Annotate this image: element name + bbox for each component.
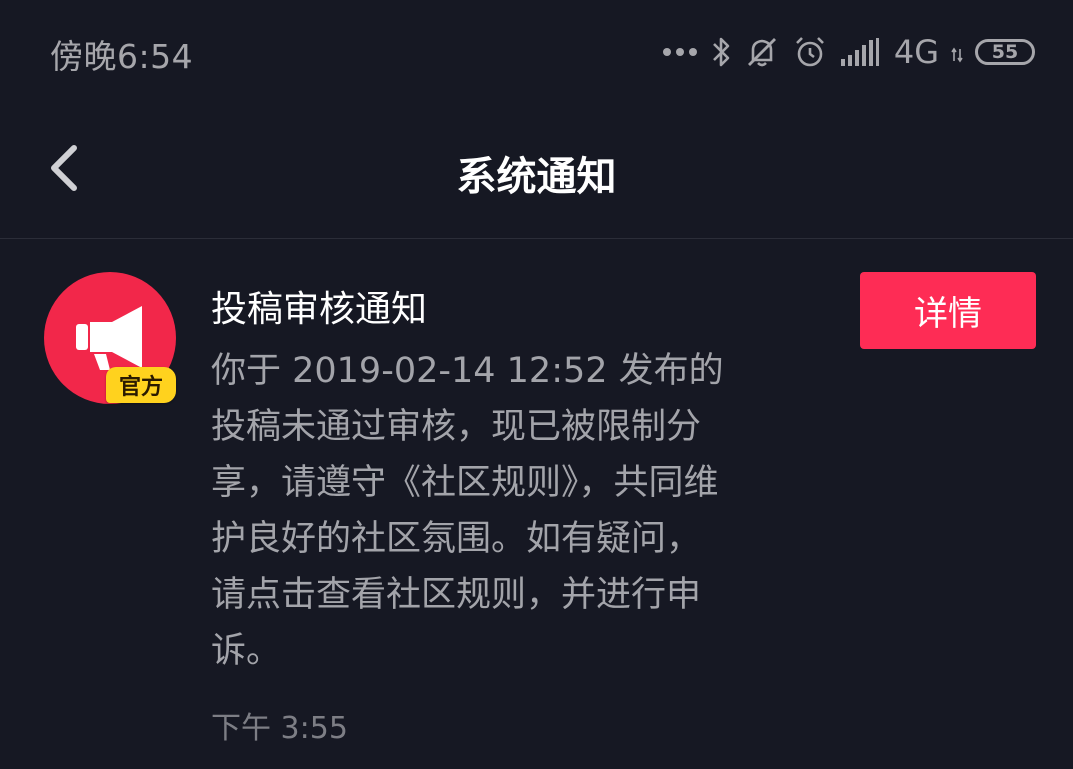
notification-body: 你于 2019-02-14 12:52 发布的 投稿未通过审核，现已被限制分 享… xyxy=(211,343,801,679)
notification-body-line: 享，请遵守《社区规则》，共同维 xyxy=(211,463,719,503)
notification-title: 投稿审核通知 xyxy=(211,289,428,330)
battery-level: 55 xyxy=(991,41,1019,63)
official-badge: 官方 xyxy=(106,367,176,403)
mute-icon xyxy=(744,34,780,70)
page-title: 系统通知 xyxy=(456,154,617,200)
notification-body-line: 投稿未通过审核，现已被限制分 xyxy=(211,407,702,447)
bluetooth-icon xyxy=(710,35,732,69)
notification-body-line: 你于 2019-02-14 12:52 发布的 xyxy=(211,351,724,391)
alarm-icon xyxy=(792,34,828,70)
notification-time: 下午 3:55 xyxy=(211,711,348,746)
battery-icon: 55 xyxy=(975,39,1035,65)
more-dots-icon xyxy=(662,46,698,58)
status-icons: 4G 55 xyxy=(662,30,1035,74)
header-divider xyxy=(0,238,1073,239)
data-arrows-icon xyxy=(951,41,963,63)
screen: 傍晚6:54 4G 55 系统通知 官方 投稿审核通知 你于 2019-02-1… xyxy=(0,0,1073,769)
status-bar: 傍晚6:54 4G 55 xyxy=(0,0,1073,104)
notification-body-line: 护良好的社区氛围。如有疑问， xyxy=(211,519,702,559)
notification-body-line: 诉。 xyxy=(211,631,282,671)
notification-body-line: 请点击查看社区规则，并进行申 xyxy=(211,575,702,615)
detail-button[interactable]: 详情 xyxy=(860,272,1036,349)
signal-icon xyxy=(840,37,880,67)
header: 系统通知 xyxy=(0,104,1073,238)
avatar[interactable]: 官方 xyxy=(44,272,180,408)
status-time: 傍晚6:54 xyxy=(50,37,194,76)
network-label: 4G xyxy=(893,33,939,71)
